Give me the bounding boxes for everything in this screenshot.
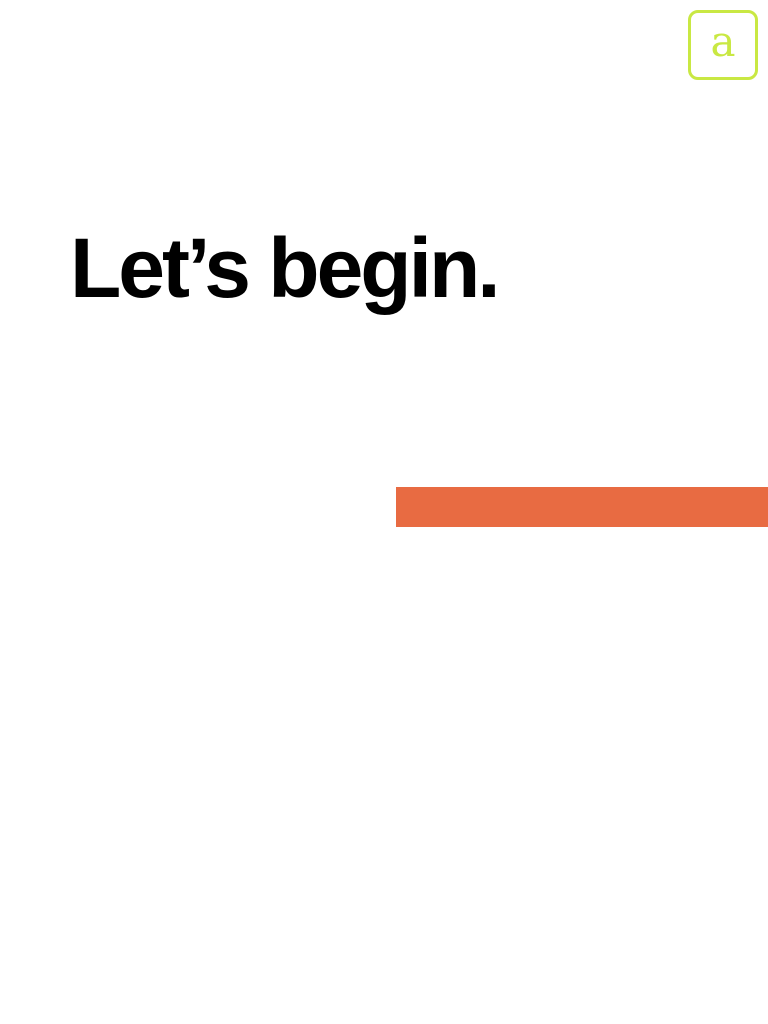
accent-bar	[396, 487, 768, 527]
page-title: Let’s begin.	[70, 221, 501, 315]
logo-letter: a	[710, 17, 736, 66]
logo-badge[interactable]: a	[688, 10, 758, 80]
